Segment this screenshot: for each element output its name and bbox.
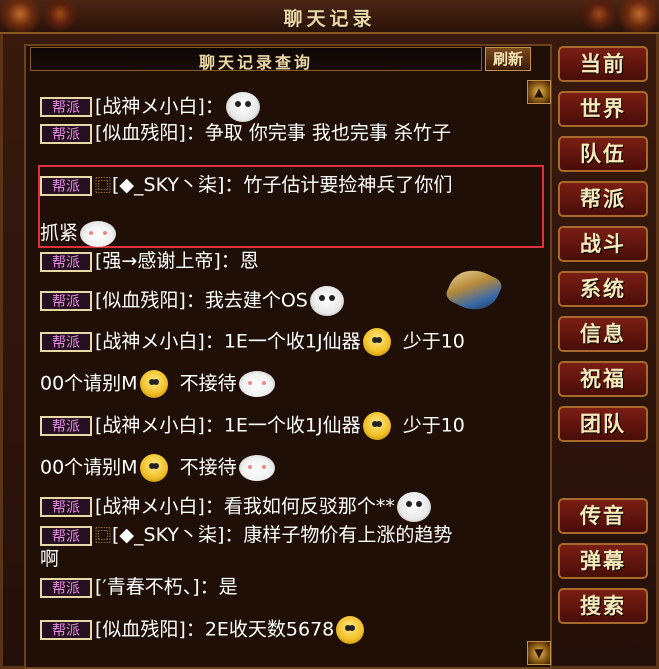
scroll-up-icon[interactable]: ▲ (527, 80, 551, 104)
chat-message: 帮派 [强→感谢上帝]：恩 (40, 248, 259, 274)
speaker-name[interactable]: [战神メ小白]： (95, 331, 224, 353)
message-text: 康样子物价有上涨的趋势 (243, 524, 453, 546)
refresh-button[interactable]: 刷新 (485, 47, 531, 71)
tab-guild[interactable]: 帮派 (558, 181, 648, 217)
guild-badge[interactable]: 帮派 (40, 416, 92, 436)
chat-message: 帮派 [似血残阳]：2E收天数5678 (40, 616, 365, 644)
tab-system[interactable]: 系统 (558, 271, 648, 307)
message-text: 不接待 (179, 372, 237, 395)
message-text: 少于10 (402, 330, 465, 353)
guild-badge[interactable]: 帮派 (40, 620, 92, 640)
message-text: 是 (218, 576, 238, 598)
bunny-face-icon (238, 371, 275, 397)
tab-team[interactable]: 队伍 (558, 136, 648, 172)
tab-danmaku[interactable]: 弹幕 (558, 543, 648, 579)
tab-group[interactable]: 团队 (558, 406, 648, 442)
speaker-name[interactable]: [强→感谢上帝]： (95, 250, 240, 272)
speaker-name[interactable]: [′青春不朽、]： (95, 576, 219, 598)
guild-badge[interactable]: 帮派 (40, 291, 92, 311)
shocked-face-icon (139, 454, 168, 482)
vip-marker-icon: ⿴ (95, 175, 112, 195)
chat-message: 帮派 [战神メ小白]： (40, 92, 260, 122)
chat-message: 帮派 [似血残阳]：争取 你完事 我也完事 杀竹子 (40, 120, 451, 146)
chat-message: 帮派 [战神メ小白]：1E一个收1J仙器 少于10 (40, 328, 465, 356)
chat-message: 帮派 [战神メ小白]：看我如何反驳那个** (40, 492, 431, 522)
speaker-name[interactable]: [似血残阳]： (95, 619, 205, 641)
bunny-face-icon (238, 455, 275, 481)
panel-title: 聊天记录查询 (198, 53, 313, 72)
guild-badge[interactable]: 帮派 (40, 332, 92, 352)
message-text: 不接待 (179, 456, 237, 479)
shocked-face-icon (139, 370, 168, 398)
guild-badge[interactable]: 帮派 (40, 123, 92, 144)
speaker-name[interactable]: [战神メ小白]： (95, 415, 224, 437)
tab-world[interactable]: 世界 (558, 91, 648, 127)
message-text: 看我如何反驳那个** (223, 495, 395, 518)
tab-search[interactable]: 搜索 (558, 588, 648, 624)
chat-message: 帮派 [′青春不朽、]：是 (40, 574, 238, 600)
speaker-name[interactable]: [战神メ小白]： (95, 96, 224, 118)
chat-message-continued: 00个请别M 不接待 (40, 370, 275, 398)
speaker-name[interactable]: [◆_SKY丶柒]： (112, 524, 243, 546)
panda-face-icon (225, 92, 260, 122)
chat-message-continued: 00个请别M 不接待 (40, 454, 275, 482)
message-text: 争取 你完事 我也完事 杀竹子 (204, 122, 451, 144)
message-text: 恩 (239, 250, 259, 272)
message-text: 1E一个收1J仙器 (223, 330, 361, 353)
tab-whisper[interactable]: 传音 (558, 498, 648, 534)
guild-badge[interactable]: 帮派 (40, 525, 92, 546)
message-text: 少于10 (402, 414, 465, 437)
panda-face-icon (396, 492, 431, 522)
chat-message: 帮派 ⿴[◆_SKY丶柒]：竹子估计要捡神兵了你们 (40, 172, 452, 198)
message-text: 啊 (40, 548, 60, 570)
guild-badge[interactable]: 帮派 (40, 97, 92, 117)
chat-message: 帮派 [似血残阳]：我去建个OS (40, 286, 344, 316)
speaker-name[interactable]: [似血残阳]： (95, 122, 205, 144)
dragon-ornament-right (519, 0, 659, 32)
shocked-face-icon (362, 412, 391, 440)
speaker-name[interactable]: [似血残阳]： (95, 290, 205, 312)
message-text: 抓紧 (40, 222, 79, 244)
chat-message-continued: 啊 (40, 546, 59, 572)
tab-battle[interactable]: 战斗 (558, 226, 648, 262)
guild-badge[interactable]: 帮派 (40, 251, 92, 272)
panda-face-icon (309, 286, 344, 316)
shocked-face-icon (362, 328, 391, 356)
speaker-name[interactable]: [◆_SKY丶柒]： (112, 174, 243, 196)
chat-message: 帮派 ⿴[◆_SKY丶柒]：康样子物价有上涨的趋势 (40, 522, 452, 548)
title-bar: 聊天记录 (0, 0, 659, 34)
guild-badge[interactable]: 帮派 (40, 175, 92, 196)
guild-badge[interactable]: 帮派 (40, 577, 92, 598)
panel-header: 聊天记录查询 (30, 47, 482, 72)
chat-message-continued: 抓紧 (40, 220, 117, 247)
vip-marker-icon: ⿴ (95, 525, 112, 545)
tab-blessing[interactable]: 祝福 (558, 361, 648, 397)
message-text: 我去建个OS (204, 289, 308, 312)
message-text: 2E收天数5678 (204, 618, 335, 641)
message-text: 1E一个收1J仙器 (223, 414, 361, 437)
tab-info[interactable]: 信息 (558, 316, 648, 352)
speaker-name[interactable]: [战神メ小白]： (95, 496, 224, 518)
worried-face-icon (336, 616, 365, 644)
chat-message: 帮派 [战神メ小白]：1E一个收1J仙器 少于10 (40, 412, 465, 440)
message-text: 竹子估计要捡神兵了你们 (243, 174, 453, 196)
guild-badge[interactable]: 帮派 (40, 497, 92, 517)
message-text: 00个请别M (40, 372, 138, 395)
tab-current[interactable]: 当前 (558, 46, 648, 82)
bunny-face-icon (80, 220, 117, 247)
scroll-down-icon[interactable]: ▼ (527, 641, 551, 665)
message-text: 00个请别M (40, 456, 138, 479)
